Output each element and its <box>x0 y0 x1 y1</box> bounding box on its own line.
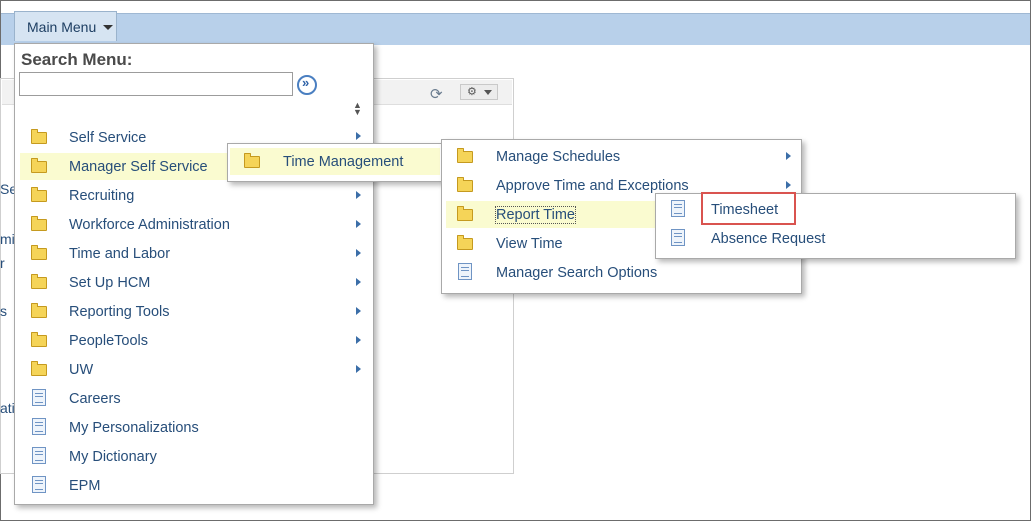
main-menu-button[interactable]: Main Menu <box>14 11 117 41</box>
folder-icon <box>31 216 47 231</box>
chevron-right-icon <box>356 191 361 199</box>
folder-icon <box>31 187 47 202</box>
chevron-right-icon <box>786 181 791 189</box>
chevron-right-icon <box>356 249 361 257</box>
timesheet-callout-box <box>701 192 796 225</box>
gear-icon: ⚙ <box>467 86 477 98</box>
caret-down-icon <box>103 25 113 30</box>
folder-icon <box>457 206 473 221</box>
menu-item-label: Manage Schedules <box>496 149 621 165</box>
menu-item-label: Reporting Tools <box>69 304 170 320</box>
menu-item-label: Workforce Administration <box>69 217 230 233</box>
menu-item-set-up-hcm[interactable]: Set Up HCM <box>20 269 369 296</box>
menu-item-reporting-tools[interactable]: Reporting Tools <box>20 298 369 325</box>
menu-item-my-dictionary[interactable]: My Dictionary <box>20 443 369 470</box>
folder-icon <box>457 148 473 163</box>
chevron-right-icon <box>356 307 361 315</box>
menu-item-label: Manager Search Options <box>496 265 658 281</box>
menu-item-label: Absence Request <box>711 231 826 247</box>
double-chevron-right-icon: » <box>302 75 310 90</box>
folder-icon <box>31 245 47 260</box>
refresh-icon[interactable]: ⟳ <box>430 85 443 103</box>
folder-icon <box>244 153 260 168</box>
chevron-right-icon <box>356 278 361 286</box>
document-icon <box>671 229 685 246</box>
menu-item-absence-request[interactable]: Absence Request <box>660 225 1012 252</box>
search-go-button[interactable]: » <box>297 75 317 95</box>
main-menu-label: Main Menu <box>27 19 97 35</box>
menu-item-label: Recruiting <box>69 188 135 204</box>
folder-icon <box>31 332 47 347</box>
menu-item-label: Careers <box>69 391 121 407</box>
menu-item-label: View Time <box>496 236 563 252</box>
menu-item-careers[interactable]: Careers <box>20 385 369 412</box>
menu-item-time-management[interactable]: Time Management <box>230 148 440 175</box>
folder-icon <box>457 177 473 192</box>
menu-item-my-personalizations[interactable]: My Personalizations <box>20 414 369 441</box>
folder-icon <box>31 274 47 289</box>
menu-item-label: My Personalizations <box>69 420 199 436</box>
menu-item-time-and-labor[interactable]: Time and Labor <box>20 240 369 267</box>
folder-icon <box>31 129 47 144</box>
folder-icon <box>31 158 47 173</box>
background-text-fragment: s <box>0 303 7 319</box>
main-menu-dropdown: Search Menu: » ▲ ▼ Self Service Manager S… <box>14 43 374 505</box>
sort-toggle-icon[interactable]: ▲ ▼ <box>353 101 362 117</box>
submenu-manager-self-service: Time Management <box>227 143 443 182</box>
menu-item-label: Self Service <box>69 130 147 146</box>
search-menu-input[interactable] <box>19 72 293 96</box>
menu-item-label: Time Management <box>283 154 404 170</box>
search-menu-title: Search Menu: <box>21 50 133 69</box>
menu-item-manager-search-options[interactable]: Manager Search Options <box>446 259 798 286</box>
chevron-right-icon <box>786 152 791 160</box>
folder-icon <box>31 303 47 318</box>
chevron-right-icon <box>356 132 361 140</box>
document-icon <box>458 263 472 280</box>
background-text-fragment: ati <box>0 400 15 416</box>
menu-item-label: Report Time <box>495 206 576 224</box>
top-nav-bar <box>1 13 1030 45</box>
menu-item-peopletools[interactable]: PeopleTools <box>20 327 369 354</box>
document-icon <box>32 389 46 406</box>
menu-item-label: Set Up HCM <box>69 275 151 291</box>
background-text-fragment: r <box>0 255 5 271</box>
background-text-fragment: mi <box>0 231 15 247</box>
chevron-right-icon <box>356 365 361 373</box>
menu-item-uw[interactable]: UW <box>20 356 369 383</box>
folder-icon <box>457 235 473 250</box>
chevron-right-icon <box>356 336 361 344</box>
menu-item-workforce-administration[interactable]: Workforce Administration <box>20 211 369 238</box>
document-icon <box>32 418 46 435</box>
folder-icon <box>31 361 47 376</box>
menu-item-recruiting[interactable]: Recruiting <box>20 182 369 209</box>
menu-item-label: UW <box>69 362 94 378</box>
menu-item-label: Manager Self Service <box>69 159 208 175</box>
pagelet-options-button[interactable]: ⚙ <box>460 84 498 100</box>
menu-item-label: EPM <box>69 478 101 494</box>
menu-item-manage-schedules[interactable]: Manage Schedules <box>446 143 798 170</box>
document-icon <box>32 447 46 464</box>
menu-item-label: Time and Labor <box>69 246 171 262</box>
document-icon <box>671 200 685 217</box>
chevron-right-icon <box>356 220 361 228</box>
menu-item-label: PeopleTools <box>69 333 148 349</box>
caret-down-icon <box>484 90 492 95</box>
menu-item-label: Approve Time and Exceptions <box>496 178 689 194</box>
menu-item-epm[interactable]: EPM <box>20 472 369 499</box>
menu-item-label: My Dictionary <box>69 449 157 465</box>
document-icon <box>32 476 46 493</box>
